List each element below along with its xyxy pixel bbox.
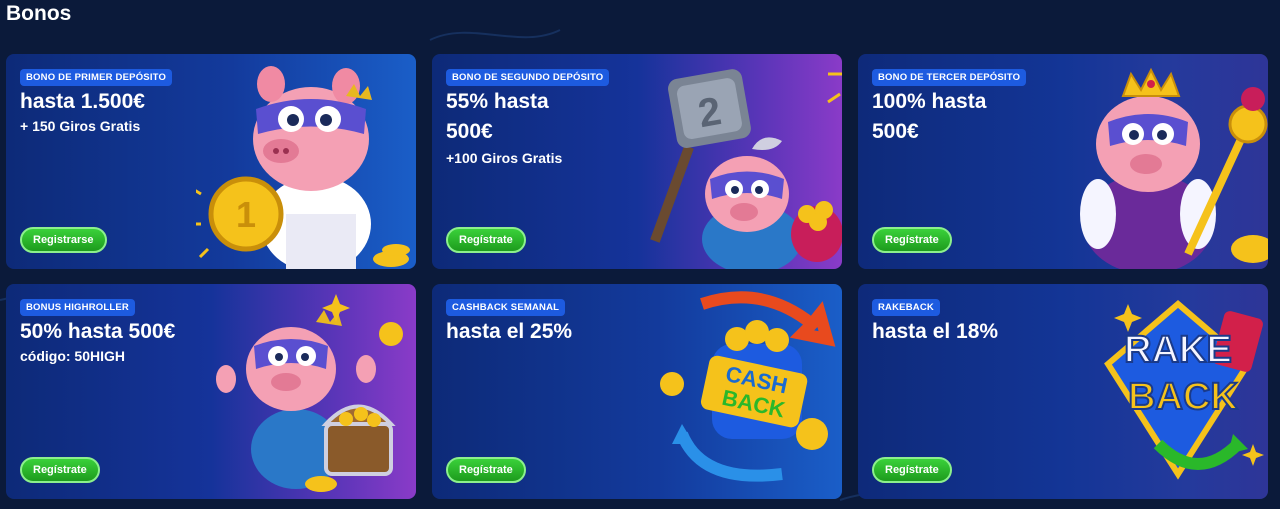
pig-with-medal-illustration: 1 bbox=[196, 66, 410, 269]
svg-text:BACK: BACK bbox=[1128, 376, 1238, 418]
bonus-badge: BONO DE TERCER DEPÓSITO bbox=[872, 69, 1027, 86]
bonus-title: hasta 1.500€ bbox=[20, 90, 145, 113]
bonus-card-weekly-cashback[interactable]: CASHBACK SEMANAL hasta el 25% CASH BACK … bbox=[432, 284, 842, 499]
bonus-badge: CASHBACK SEMANAL bbox=[446, 299, 566, 316]
bonus-card-second-deposit[interactable]: BONO DE SEGUNDO DEPÓSITO 55% hasta 500€ … bbox=[432, 54, 842, 269]
bonus-badge: BONUS HIGHROLLER bbox=[20, 299, 135, 316]
register-button[interactable]: Regístrate bbox=[20, 457, 100, 483]
bonus-badge: BONO DE SEGUNDO DEPÓSITO bbox=[446, 69, 610, 86]
register-button[interactable]: Regístrate bbox=[446, 227, 526, 253]
bonus-card-highroller[interactable]: BONUS HIGHROLLER 50% hasta 500€ código: … bbox=[6, 284, 416, 499]
pig-with-treasure-chest-illustration bbox=[216, 294, 403, 492]
bonus-badge: BONO DE PRIMER DEPÓSITO bbox=[20, 69, 173, 86]
bonus-card-third-deposit[interactable]: BONO DE TERCER DEPÓSITO 100% hasta 500€ … bbox=[858, 54, 1268, 269]
bonus-title-line2: 500€ bbox=[446, 120, 493, 143]
svg-text:RAKE: RAKE bbox=[1124, 329, 1232, 371]
register-button[interactable]: Regístrate bbox=[872, 457, 952, 483]
rakeback-logo-illustration: RAKE BACK bbox=[1104, 300, 1264, 480]
bonus-subtitle: +100 Giros Gratis bbox=[446, 150, 563, 166]
bonus-subtitle: código: 50HIGH bbox=[20, 348, 126, 364]
bonus-badge: RAKEBACK bbox=[872, 299, 940, 316]
bonus-card-rakeback[interactable]: RAKEBACK hasta el 18% RAKE BACK Regístra… bbox=[858, 284, 1268, 499]
bonus-subtitle: + 150 Giros Gratis bbox=[20, 118, 141, 134]
bonus-title: 50% hasta 500€ bbox=[20, 320, 176, 343]
register-button[interactable]: Regístrate bbox=[446, 457, 526, 483]
bonus-title: 100% hasta bbox=[872, 90, 987, 113]
page-title: Bonos bbox=[6, 2, 72, 25]
king-pig-illustration bbox=[1080, 67, 1268, 269]
bonus-title-line2: 500€ bbox=[872, 120, 919, 143]
bonus-title: hasta el 18% bbox=[872, 320, 999, 343]
bonus-title: 55% hasta bbox=[446, 90, 549, 113]
register-button[interactable]: Regístrate bbox=[872, 227, 952, 253]
pig-with-hammer-illustration: 2 bbox=[650, 69, 842, 269]
cashback-bag-illustration: CASH BACK bbox=[660, 291, 836, 482]
svg-text:1: 1 bbox=[236, 194, 256, 235]
bonus-card-first-deposit[interactable]: BONO DE PRIMER DEPÓSITO hasta 1.500€ + 1… bbox=[6, 54, 416, 269]
bonus-title: hasta el 25% bbox=[446, 320, 573, 343]
register-button[interactable]: Registrarse bbox=[20, 227, 107, 253]
